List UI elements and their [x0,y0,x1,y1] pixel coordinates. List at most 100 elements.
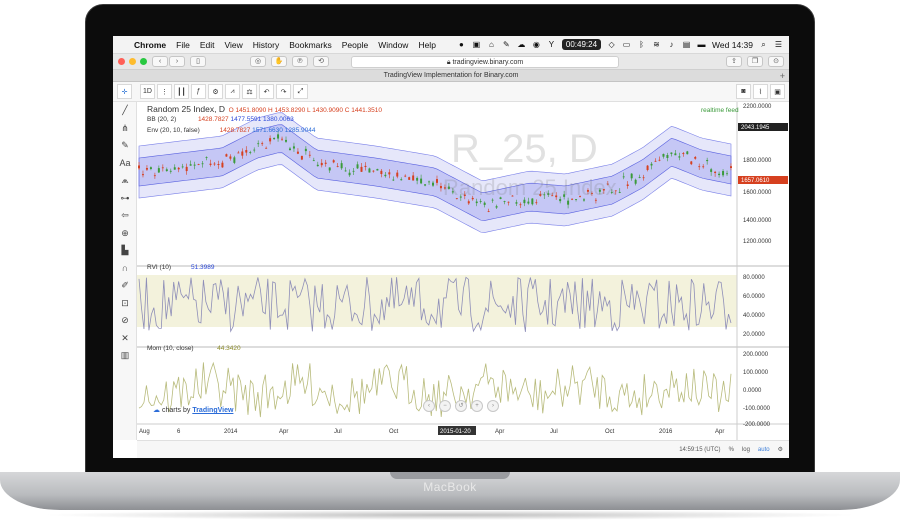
menu-people[interactable]: People [337,40,373,50]
save-icon[interactable]: ▣ [770,84,785,99]
rvi-name[interactable]: RVI (10) [147,264,171,271]
compare-button[interactable]: ⩘ [225,84,240,99]
back-button[interactable]: ‹ [152,56,168,67]
candle-body [336,166,339,168]
forward-button[interactable]: › [169,56,185,67]
chart-type-button[interactable]: ┃┃ [174,84,189,99]
volume-icon[interactable]: ♪ [667,40,676,49]
more-intervals-button[interactable]: ⋮ [157,84,172,99]
menu-file[interactable]: File [171,40,195,50]
templates-button[interactable]: ⚖ [242,84,257,99]
env-name[interactable]: Env (20, 10, false) [147,127,200,134]
zoom-window-button[interactable] [140,58,147,65]
camera-icon[interactable]: ◙ [736,84,751,99]
extension-icon-3[interactable]: ℗ [292,56,308,67]
close-window-button[interactable] [118,58,125,65]
scroll-right-icon[interactable]: › [487,400,499,412]
settings-gear-icon-bottom[interactable]: ⚙ [778,446,783,453]
bluetooth-icon[interactable]: ᛒ [637,40,646,49]
extension-icon-2[interactable]: ✋ [271,56,287,67]
tab-title[interactable]: TradingView Implementation for Binary.co… [384,72,519,79]
downloads-button[interactable]: ⊙ [768,56,784,67]
cloud-icon[interactable]: ☁ [517,40,526,49]
menu-window[interactable]: Window [373,40,413,50]
candle-body [288,148,291,151]
zoom-in-nav-icon[interactable]: + [471,400,483,412]
status-icon-1[interactable]: ● [457,40,466,49]
stay-in-drawing-icon[interactable]: ✐ [113,277,137,295]
zoom-in-icon[interactable]: ⊕ [113,225,137,243]
status-icon-5[interactable]: ◉ [532,40,541,49]
reset-icon[interactable]: ↺ [455,400,467,412]
time-axis-label: Oct [389,429,399,435]
flag-icon[interactable]: ▤ [682,40,691,49]
trash-icon[interactable]: ▥ [113,347,137,365]
candle-body [324,162,327,164]
charts-by-badge[interactable]: ☁ charts by TradingView [153,406,233,414]
status-icon-2[interactable]: ▣ [472,40,481,49]
mom-name[interactable]: Mom (10, close) [147,345,194,352]
bb-name[interactable]: BB (20, 2) [147,116,176,123]
menu-bookmarks[interactable]: Bookmarks [284,40,337,50]
menu-edit[interactable]: Edit [195,40,220,50]
ruler-tool[interactable]: ⊶ [113,190,137,208]
dropbox-icon[interactable]: ◇ [607,40,616,49]
chart-save-icon[interactable]: ⌇ [753,84,768,99]
battery-icon[interactable]: ▬ [697,40,706,49]
fullscreen-button[interactable]: ⤢ [293,84,308,99]
pitchfork-tool[interactable]: ⋔ [113,120,137,138]
arrow-left-icon[interactable]: ⇦ [113,207,137,225]
zoom-out-icon[interactable]: − [439,400,451,412]
scroll-left-icon[interactable]: ‹ [423,400,435,412]
status-icon-6[interactable]: Y [547,40,556,49]
time-axis-label: Apr [279,429,288,435]
indicators-button[interactable]: ƒ [191,84,206,99]
extension-icon-4[interactable]: ⟲ [313,56,329,67]
status-icon-3[interactable]: ⌂ [487,40,496,49]
minimize-window-button[interactable] [129,58,136,65]
text-tool[interactable]: Aa [113,155,137,173]
redo-button[interactable]: ↷ [276,84,291,99]
share-button[interactable]: ⇪ [726,56,742,67]
tabs-button[interactable]: ❐ [747,56,763,67]
candle-body [308,154,311,156]
hide-drawings-icon[interactable]: ⊘ [113,312,137,330]
measure-icon[interactable]: ▙ [113,242,137,260]
interval-button[interactable]: 1D [140,84,155,99]
menubar-clock[interactable]: Wed 14:39 [712,40,753,50]
bb-value-upper: 1477.5591 [230,116,262,123]
lock-drawings-icon[interactable]: ⊡ [113,295,137,313]
menu-view[interactable]: View [219,40,247,50]
auto-toggle[interactable]: auto [758,447,770,453]
crosshair-tool-button[interactable]: ✛ [117,84,132,99]
candle-body [265,147,268,149]
remove-tools-icon[interactable]: ✕ [113,330,137,348]
symbol-title[interactable]: Random 25 Index, D [147,104,225,114]
magnet-icon[interactable]: ∩ [113,260,137,278]
mom-value: 44.3420 [217,345,241,352]
wifi-icon[interactable]: ≋ [652,40,661,49]
timer-display[interactable]: 00:49:24 [561,39,602,50]
candle-body [138,165,140,169]
status-icon-7[interactable]: ▭ [622,40,631,49]
extension-icon-1[interactable]: ◎ [250,56,266,67]
address-bar[interactable]: 🔒︎ tradingview.binary.com [351,56,619,68]
menu-help[interactable]: Help [413,40,440,50]
status-icon-4[interactable]: ✎ [502,40,511,49]
undo-button[interactable]: ↶ [259,84,274,99]
log-toggle[interactable]: log [742,447,750,453]
settings-gear-icon[interactable]: ⚙ [208,84,223,99]
trend-line-tool[interactable]: ╱ [113,102,137,120]
brush-tool[interactable]: ✎ [113,137,137,155]
menu-history[interactable]: History [248,40,284,50]
time-axis-label: 2016 [659,429,673,435]
candle-body [527,201,530,204]
sidebar-button[interactable]: ▯ [190,56,206,67]
menu-app-name[interactable]: Chrome [129,40,171,50]
spotlight-icon[interactable]: ⌕ [759,40,768,49]
new-tab-button[interactable]: + [780,70,785,82]
percent-toggle[interactable]: % [729,447,734,453]
pattern-tool[interactable]: ⩕ [113,172,137,190]
candle-body [277,134,280,139]
menu-list-icon[interactable]: ☰ [774,40,783,49]
